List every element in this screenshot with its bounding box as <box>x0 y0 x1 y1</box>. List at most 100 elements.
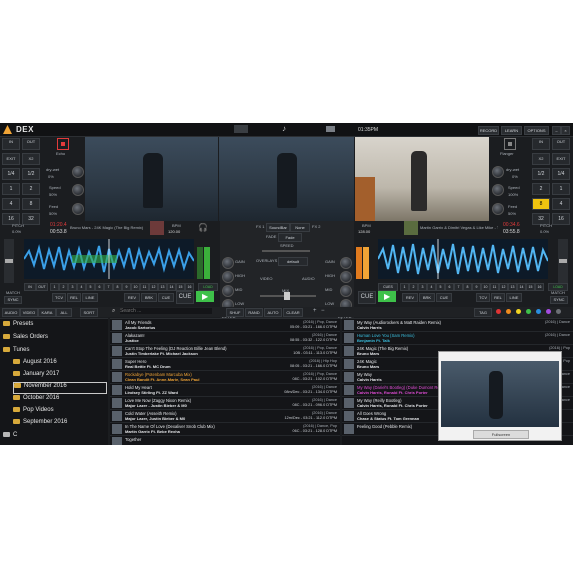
tree-item-presets[interactable]: Presets <box>3 321 33 331</box>
right-fx-power-icon[interactable] <box>504 138 516 150</box>
right-hotcue-8[interactable]: 8 <box>463 283 472 291</box>
random-button[interactable]: RAND <box>245 308 263 317</box>
tree-item-sales-orders[interactable]: Sales Orders <box>3 334 48 344</box>
left-tcv-button[interactable]: TCV <box>52 293 66 302</box>
track-row[interactable]: Can't Stop The Feeling (DJ Reaction Bill… <box>110 345 340 358</box>
track-row[interactable]: Love Me Now (Zaggy Nixon Remix) Major Laz… <box>110 397 340 410</box>
right-rev-button[interactable]: REV <box>402 293 418 302</box>
list-remove-icon[interactable]: − <box>321 308 325 314</box>
left-hotcue-15[interactable]: 15 <box>176 283 185 291</box>
right-x2-button[interactable]: X2 <box>532 153 550 165</box>
mixer-speed-slider[interactable] <box>262 250 310 252</box>
mixer-fade-select[interactable]: Fade <box>278 233 302 242</box>
right-fx-knob-1[interactable] <box>492 166 504 178</box>
right-pitch-slider[interactable] <box>558 239 568 283</box>
screen-icon[interactable] <box>326 126 335 132</box>
left-loop-32-button[interactable]: 32 <box>22 213 40 225</box>
left-high-knob[interactable] <box>222 271 234 283</box>
tag-color-chip[interactable] <box>526 309 531 314</box>
mixer-fx-none[interactable]: None <box>290 223 310 232</box>
right-hotcue-13[interactable]: 13 <box>508 283 517 291</box>
crossfader[interactable] <box>260 292 316 300</box>
right-hotcue-6[interactable]: 6 <box>445 283 454 291</box>
mixer-fx-select[interactable]: SoundBar <box>266 223 290 232</box>
track-row[interactable]: Human Love You (Sam Remix) Benjamin Ft. T… <box>342 332 573 345</box>
left-fx-power-icon[interactable] <box>57 138 69 150</box>
left-brk-button[interactable]: BRK <box>141 293 157 302</box>
right-hotcue-14[interactable]: 14 <box>517 283 526 291</box>
left-cue-in-button[interactable]: IN <box>24 283 36 291</box>
left-hotcue-11[interactable]: 11 <box>140 283 149 291</box>
right-loop-2-button[interactable]: 2 <box>532 183 550 195</box>
left-loop-quarter-button[interactable]: 1/4 <box>2 168 20 180</box>
tree-item-october-2016[interactable]: October 2016 <box>13 395 59 405</box>
options-button[interactable]: OPTIONS <box>524 126 549 135</box>
tree-item-tunes[interactable]: Tunes <box>3 347 29 357</box>
left-hotcue-13[interactable]: 13 <box>158 283 167 291</box>
right-play-button[interactable]: ▶ <box>378 291 396 302</box>
left-rev-button[interactable]: REV <box>124 293 140 302</box>
tag-color-chip[interactable] <box>516 309 521 314</box>
right-sync-button[interactable]: SYNC <box>550 296 568 304</box>
right-mid-knob[interactable] <box>340 285 352 297</box>
right-hotcue-11[interactable]: 11 <box>490 283 499 291</box>
tag-color-chip[interactable] <box>546 309 551 314</box>
left-hotcue-9[interactable]: 9 <box>122 283 131 291</box>
right-hotcue-3[interactable]: 3 <box>418 283 427 291</box>
right-rel-button[interactable]: REL <box>491 293 505 302</box>
tree-item-august-2016[interactable]: August 2016 <box>13 359 57 369</box>
right-loop-4-button[interactable]: 4 <box>552 198 570 210</box>
left-loop-8-button[interactable]: 8 <box>22 198 40 210</box>
left-hotcue-7[interactable]: 7 <box>104 283 113 291</box>
left-hotcue-2[interactable]: 2 <box>59 283 68 291</box>
shuffle-button[interactable]: SHUF <box>226 308 244 317</box>
left-load-button[interactable]: LOAD <box>198 283 218 291</box>
right-tcv-button[interactable]: TCV <box>476 293 490 302</box>
left-hotcue-4[interactable]: 4 <box>77 283 86 291</box>
right-cue-button[interactable]: CUE <box>358 291 376 304</box>
tab-all[interactable]: ALL <box>56 308 72 317</box>
left-loop-1-button[interactable]: 1 <box>2 183 20 195</box>
tree-item-pop-videos[interactable]: Pop Videos <box>13 407 54 417</box>
right-gain-knob[interactable] <box>340 257 352 269</box>
track-row[interactable]: Cold Water (Asseith Remix) Major Lazer, J… <box>110 410 340 423</box>
left-fx-knob-2[interactable] <box>72 184 84 196</box>
right-hotcue-1[interactable]: 1 <box>400 283 409 291</box>
right-high-knob[interactable] <box>340 271 352 283</box>
track-row[interactable]: All My Friends Jacob Sartorius (2016) | Po… <box>110 319 340 332</box>
left-hotcue-16[interactable]: 16 <box>185 283 194 291</box>
tag-color-chip[interactable] <box>506 309 511 314</box>
left-mid-knob[interactable] <box>222 285 234 297</box>
list-add-icon[interactable]: + <box>313 308 317 314</box>
tree-item-september-2016[interactable]: September 2016 <box>13 419 67 429</box>
right-loop-quarter-button[interactable]: 1/4 <box>552 168 570 180</box>
right-line-button[interactable]: LINE <box>506 293 522 302</box>
track-row[interactable]: Hold My Heart Lindsey Stirling Ft. ZZ War… <box>110 384 340 397</box>
left-fx-knob-1[interactable] <box>72 166 84 178</box>
left-hotcue-6[interactable]: 6 <box>95 283 104 291</box>
record-button[interactable]: RECORD <box>478 126 499 135</box>
right-hotcue-10[interactable]: 10 <box>481 283 490 291</box>
music-note-icon[interactable]: ♪ <box>282 124 286 133</box>
grid-view-icon[interactable] <box>234 125 248 133</box>
left-hotcue-12[interactable]: 12 <box>149 283 158 291</box>
tree-item-november-2016[interactable]: November 2016 <box>13 382 107 394</box>
right-fx-knob-2[interactable] <box>492 184 504 196</box>
right-hotcue-2[interactable]: 2 <box>409 283 418 291</box>
tag-color-chip[interactable] <box>496 309 501 314</box>
track-row[interactable]: In The Name Of Love (Dexaliver Snob Club… <box>110 423 340 436</box>
right-loop-half-button[interactable]: 1/2 <box>532 168 550 180</box>
left-x2-button[interactable]: X2 <box>22 153 40 165</box>
search-input[interactable] <box>120 308 212 314</box>
right-hotcue-9[interactable]: 9 <box>472 283 481 291</box>
right-brk-button[interactable]: BRK <box>419 293 435 302</box>
fullscreen-button[interactable]: Fullscreen <box>473 430 529 439</box>
track-row[interactable]: Together <box>110 436 340 445</box>
right-loop-16-button[interactable]: 16 <box>552 213 570 225</box>
right-fx-knob-3[interactable] <box>492 203 504 215</box>
left-play-button[interactable]: ▶ <box>196 291 214 302</box>
right-exit-button[interactable]: EXIT <box>552 153 570 165</box>
left-hotcue-10[interactable]: 10 <box>131 283 140 291</box>
left-gain-knob[interactable] <box>222 257 234 269</box>
right-hotcue-15[interactable]: 15 <box>526 283 535 291</box>
